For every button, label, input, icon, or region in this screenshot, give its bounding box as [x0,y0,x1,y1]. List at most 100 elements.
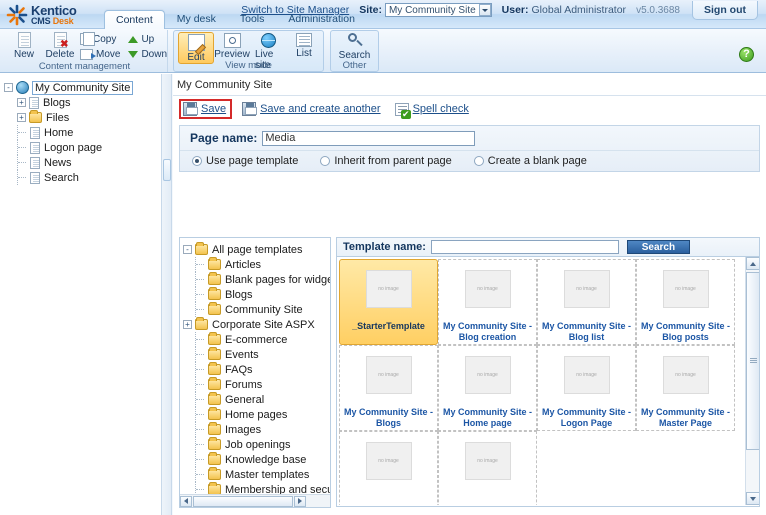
radio-use-page-template[interactable]: Use page template [192,155,298,167]
copy-button-label: Copy [93,33,117,45]
scroll-left-icon[interactable] [180,495,192,507]
chevron-down-icon[interactable] [478,4,491,16]
tree-item-files[interactable]: + Files [4,110,157,125]
scrollbar-thumb[interactable] [746,272,759,450]
template-tree-item-events[interactable]: Events [183,347,328,362]
template-tree-item-e-commerce[interactable]: E-commerce [183,332,328,347]
template-tree-item-general[interactable]: General [183,392,328,407]
template-tree-item-label: Blank pages for widgets [225,273,331,286]
down-button[interactable]: Down [126,47,173,62]
content-tree: - My Community Site + Blogs + Files Home… [0,74,161,189]
template-tree-horizontal-scrollbar[interactable] [180,494,330,507]
delete-button[interactable]: ✖ Delete [42,31,78,60]
expand-icon[interactable]: + [183,320,192,329]
spell-check-button[interactable]: Spell check [394,102,469,119]
template-card-starter-template[interactable]: no image _StarterTemplate [339,259,438,345]
template-search-button[interactable]: Search [626,240,690,254]
template-card-row3-a[interactable]: no image [339,431,438,505]
up-button[interactable]: Up [126,32,173,47]
template-tree-item-label: Home pages [225,408,288,421]
scrollbar-thumb[interactable] [193,495,293,507]
tree-item-label: My Community Site [32,80,134,95]
save-and-create-another-button[interactable]: Save and create another [242,102,381,116]
template-tree-item-articles[interactable]: Articles [183,257,328,272]
template-tree-item-blogs[interactable]: Blogs [183,287,328,302]
collapse-icon[interactable]: - [183,245,192,254]
scroll-right-icon[interactable] [294,495,306,507]
template-tree-item-forums[interactable]: Forums [183,377,328,392]
list-button-label: List [296,48,312,59]
template-card-blog-list[interactable]: no image My Community Site - Blog list [537,259,636,345]
user-label: User: [501,4,529,16]
template-card-home-page[interactable]: no image My Community Site - Home page [438,345,537,431]
arrow-up-icon [128,35,139,43]
template-card-row3-b[interactable]: no image [438,431,537,505]
expand-icon[interactable]: + [17,98,26,107]
save-icon [183,102,198,116]
preview-button-label: Preview [214,49,250,60]
scroll-down-icon[interactable] [746,492,759,505]
search-button[interactable]: Search [335,32,374,61]
breadcrumb: My Community Site [177,79,273,91]
template-card-label: My Community Site - Logon Page [541,407,631,428]
template-card-label: _StarterTemplate [352,321,425,331]
template-card-blog-creation[interactable]: no image My Community Site - Blog creati… [438,259,537,345]
template-card-blog-posts[interactable]: no image My Community Site - Blog posts [636,259,735,345]
collapse-icon[interactable]: - [4,83,13,92]
radio-create-a-blank-page[interactable]: Create a blank page [473,155,587,167]
tree-item-logon-page[interactable]: Logon page [4,140,157,155]
save-button[interactable]: Save [179,99,233,119]
down-button-label: Down [141,48,168,60]
page-name-input[interactable] [262,130,476,146]
collapse-pane-handle[interactable] [163,159,171,181]
sign-out-button[interactable]: Sign out [692,0,758,20]
template-grid: no image _StarterTemplate no image My Co… [337,257,745,505]
pane-splitter[interactable] [162,74,172,515]
template-thumbnail-placeholder: no image [365,270,412,308]
template-tree-item-master-templates[interactable]: Master templates [183,467,328,482]
preview-button[interactable]: Preview [214,32,250,60]
template-tree-item-knowledge-base[interactable]: Knowledge base [183,452,328,467]
template-name-input[interactable] [430,240,619,254]
tree-item-my-community-site[interactable]: - My Community Site [4,80,157,95]
tree-item-home[interactable]: Home [4,125,157,140]
ribbon-group-view-mode: Edit Preview Live site List View mode [173,30,324,72]
new-document-icon [17,32,31,48]
switch-to-site-manager-link[interactable]: Switch to Site Manager [241,4,349,16]
template-tree-item-label: Knowledge base [225,453,307,466]
template-card-blogs[interactable]: no image My Community Site - Blogs [339,345,438,431]
template-search-bar: Template name: Search [336,237,760,257]
tree-item-search[interactable]: Search [4,170,157,185]
template-tree-item-home-pages[interactable]: Home pages [183,407,328,422]
template-tree-item-images[interactable]: Images [183,422,328,437]
template-mode-radio-group: Use page template Inherit from parent pa… [180,150,759,171]
help-icon[interactable]: ? [739,47,754,62]
template-tree-item-faqs[interactable]: FAQs [183,362,328,377]
radio-inherit-from-parent-page[interactable]: Inherit from parent page [320,155,452,167]
radio-label: Use page template [206,155,299,167]
template-tree-item-corporate-site-aspx[interactable]: + Corporate Site ASPX [183,317,328,332]
move-button[interactable]: Move [78,47,126,62]
save-button-label: Save [201,103,227,115]
template-tree-item-all-page-templates[interactable]: - All page templates [183,242,328,257]
template-card-logon-page[interactable]: no image My Community Site - Logon Page [537,345,636,431]
expand-icon[interactable]: + [17,113,26,122]
tree-item-news[interactable]: News [4,155,157,170]
tab-my-desk[interactable]: My desk [165,9,228,29]
template-card-master-page[interactable]: no image My Community Site - Master Page [636,345,735,431]
template-grid-vertical-scrollbar[interactable] [745,257,759,505]
tab-content[interactable]: Content [104,10,165,30]
template-tree-item-job-openings[interactable]: Job openings [183,437,328,452]
template-tree-item-community-site[interactable]: Community Site [183,302,328,317]
save-and-create-another-label: Save and create another [260,103,381,115]
new-button[interactable]: New [6,31,42,60]
folder-icon [208,257,221,270]
tree-item-blogs[interactable]: + Blogs [4,95,157,110]
copy-button[interactable]: Copy [78,32,126,47]
scroll-up-icon[interactable] [746,257,759,270]
template-tree-item-blank-pages-for-widgets[interactable]: Blank pages for widgets [183,272,331,287]
page-name-row: Page name: [180,126,759,150]
template-tree-item-label: Job openings [225,438,291,451]
list-button[interactable]: List [286,32,322,59]
site-select[interactable]: My Community Site [384,3,492,17]
